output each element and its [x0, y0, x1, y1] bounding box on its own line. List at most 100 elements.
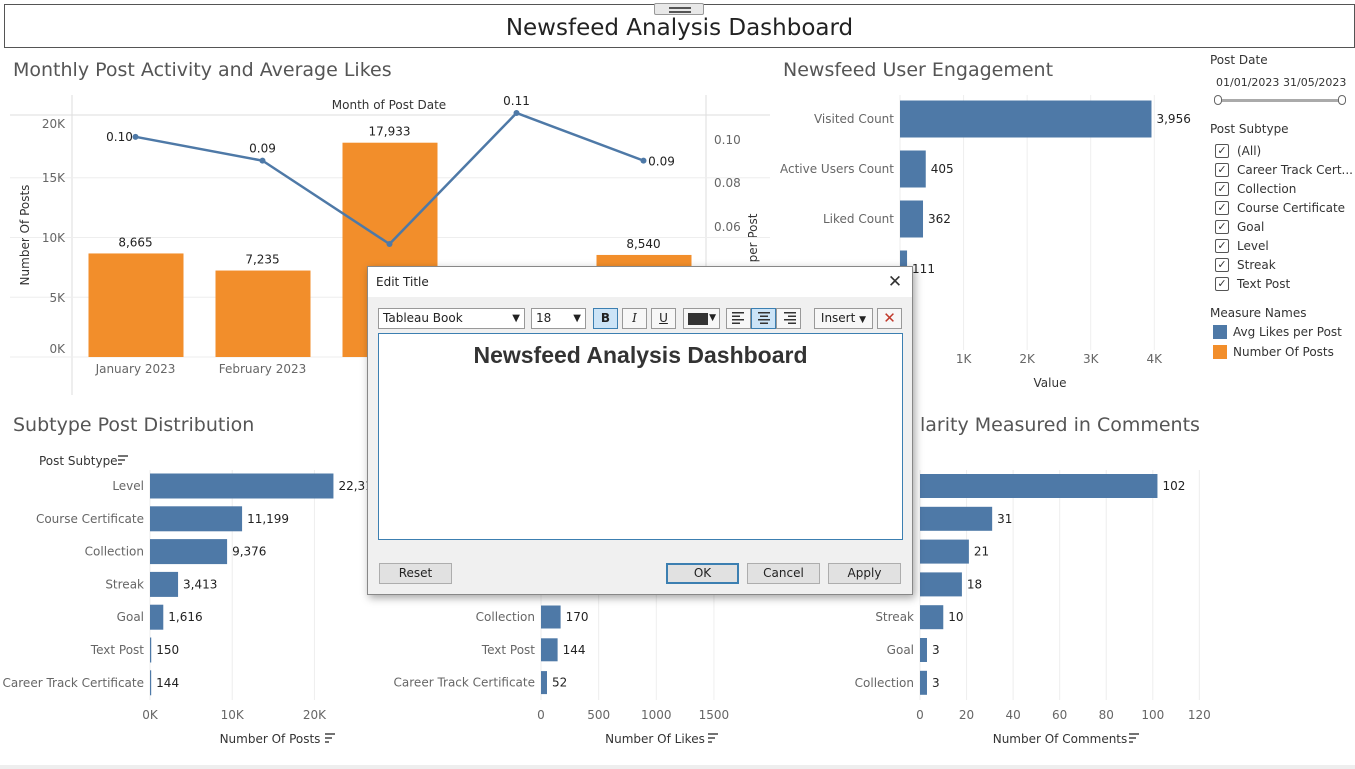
chevron-down-icon: ▼ — [709, 313, 716, 323]
bar — [900, 100, 1152, 138]
x-tick: 20K — [303, 708, 327, 722]
bar-value-label: 170 — [566, 610, 589, 624]
line-value-label: 0.11 — [503, 94, 530, 108]
legend-item-avg-likes[interactable]: Avg Likes per Post — [1213, 325, 1342, 339]
avg-likes-point — [640, 157, 647, 164]
edit-title-dialog[interactable]: Edit Title ✕ Tableau Book ▼ 18 ▼ B I U ▼ I… — [367, 266, 913, 595]
subtype-x-label: Number Of Posts — [220, 732, 321, 746]
y-right-tick: 0.10 — [714, 133, 741, 147]
likes-chart[interactable]: 170 Collection 144 Text Post 52 Career Track … — [394, 595, 730, 746]
x-tick: 500 — [587, 708, 610, 722]
font-size-select[interactable]: 18 ▼ — [531, 308, 586, 329]
dialog-title: Edit Title — [376, 275, 429, 289]
bar-value-label: 7,235 — [245, 253, 279, 267]
text-color-button[interactable]: ▼ — [683, 308, 720, 329]
post-date-slider-start-handle[interactable] — [1214, 95, 1222, 105]
line-value-label: 0.09 — [648, 155, 675, 169]
sort-icon[interactable] — [118, 455, 128, 465]
x-tick: 1000 — [641, 708, 672, 722]
bar-value-label: 11,199 — [247, 512, 289, 526]
bar-value-label: 52 — [552, 676, 567, 690]
checkbox-label: Collection — [1237, 182, 1297, 196]
bar-value-label: 9,376 — [232, 545, 266, 559]
checkbox[interactable]: ✓ — [1215, 201, 1229, 215]
bar — [150, 473, 334, 499]
post-date-start[interactable]: 01/01/2023 — [1216, 76, 1279, 89]
align-right-button[interactable] — [776, 308, 801, 329]
monthly-y-right-ticks: 0.06 0.08 0.10 — [714, 133, 741, 234]
bar-value-label: 31 — [997, 512, 1012, 526]
subtype-filter-level[interactable]: ✓ Level — [1215, 237, 1269, 255]
sort-icon[interactable] — [325, 733, 335, 743]
checkbox[interactable]: ✓ — [1215, 182, 1229, 196]
post-date-slider-end-handle[interactable] — [1338, 95, 1346, 105]
chevron-down-icon: ▼ — [573, 313, 581, 324]
bar — [150, 604, 164, 630]
subtype-filter-all[interactable]: ✓ (All) — [1215, 142, 1261, 160]
subtype-filter-streak[interactable]: ✓ Streak — [1215, 256, 1276, 274]
checkbox[interactable]: ✓ — [1215, 277, 1229, 291]
post-date-slider-track[interactable] — [1218, 99, 1342, 102]
monthly-y-left-label: Number Of Posts — [18, 185, 32, 286]
engagement-x-label: Value — [1034, 376, 1067, 390]
close-icon[interactable]: ✕ — [884, 271, 906, 293]
font-family-select[interactable]: Tableau Book ▼ — [378, 308, 525, 329]
subtype-chart[interactable]: Post Subtype 22,31Level11,199Course Cert… — [3, 454, 373, 746]
subtype-filter-text-post[interactable]: ✓ Text Post — [1215, 275, 1290, 293]
legend-label: Avg Likes per Post — [1233, 325, 1342, 339]
sort-icon[interactable] — [708, 733, 718, 743]
subtype-filter-goal[interactable]: ✓ Goal — [1215, 218, 1264, 236]
dialog-titlebar[interactable]: Edit Title ✕ — [368, 267, 912, 297]
checkbox[interactable]: ✓ — [1215, 163, 1229, 177]
checkbox-label: Course Certificate — [1237, 201, 1346, 215]
bottom-bar — [0, 765, 1355, 769]
checkbox[interactable]: ✓ — [1215, 239, 1229, 253]
insert-button[interactable]: Insert ▼ — [814, 308, 873, 329]
sort-icon[interactable] — [1129, 733, 1139, 743]
bar — [150, 670, 152, 696]
bar — [150, 637, 152, 663]
checkbox[interactable]: ✓ — [1215, 258, 1229, 272]
bar — [900, 200, 924, 238]
y-right-tick: 0.06 — [714, 220, 741, 234]
bar-value-label: 18 — [967, 577, 982, 591]
font-family-value: Tableau Book — [383, 311, 463, 325]
x-tick: 0K — [142, 708, 159, 722]
subtype-filter-course-certificate[interactable]: ✓ Course Certificate — [1215, 199, 1345, 217]
subtype-y-header[interactable]: Post Subtype — [39, 454, 118, 468]
align-center-button[interactable] — [751, 308, 776, 329]
bar-value-label: 10 — [948, 610, 963, 624]
italic-button[interactable]: I — [622, 308, 647, 329]
checkbox[interactable]: ✓ — [1215, 220, 1229, 234]
align-left-button[interactable] — [726, 308, 751, 329]
subtype-filter-collection[interactable]: ✓ Collection — [1215, 180, 1296, 198]
subtype-filter-career-track[interactable]: ✓ Career Track Cert... — [1215, 161, 1353, 179]
category-label: Active Users Count — [780, 162, 894, 176]
bar-value-label: 8,540 — [626, 237, 660, 251]
post-date-end[interactable]: 31/05/2023 — [1283, 76, 1346, 89]
clear-formatting-icon[interactable]: ✕ — [877, 308, 902, 329]
underline-button[interactable]: U — [651, 308, 676, 329]
x-tick: 0 — [916, 708, 924, 722]
bar-value-label: 102 — [1162, 479, 1185, 493]
posts-bar — [88, 253, 184, 357]
avg-likes-point — [132, 133, 139, 140]
bar — [920, 670, 927, 695]
bar-value-label: 111 — [912, 262, 935, 276]
avg-likes-point — [259, 157, 266, 164]
x-tick: 40 — [1005, 708, 1020, 722]
apply-button[interactable]: Apply — [828, 563, 901, 584]
legend-label: Number Of Posts — [1233, 345, 1334, 359]
bold-button[interactable]: B — [593, 308, 618, 329]
checkbox[interactable]: ✓ — [1215, 144, 1229, 158]
category-label: Career Track Certificate — [3, 676, 144, 690]
editor-text[interactable]: Newsfeed Analysis Dashboard — [379, 342, 902, 369]
monthly-y-left-ticks: 0K 5K 10K 15K 20K — [42, 117, 66, 356]
x-tick: 4K — [1147, 352, 1164, 366]
title-text-editor[interactable]: Newsfeed Analysis Dashboard — [378, 333, 903, 540]
reset-button[interactable]: Reset — [379, 563, 452, 584]
legend-item-number-of-posts[interactable]: Number Of Posts — [1213, 345, 1334, 359]
ok-button[interactable]: OK — [666, 563, 739, 584]
y-left-tick: 10K — [42, 231, 66, 245]
cancel-button[interactable]: Cancel — [747, 563, 820, 584]
